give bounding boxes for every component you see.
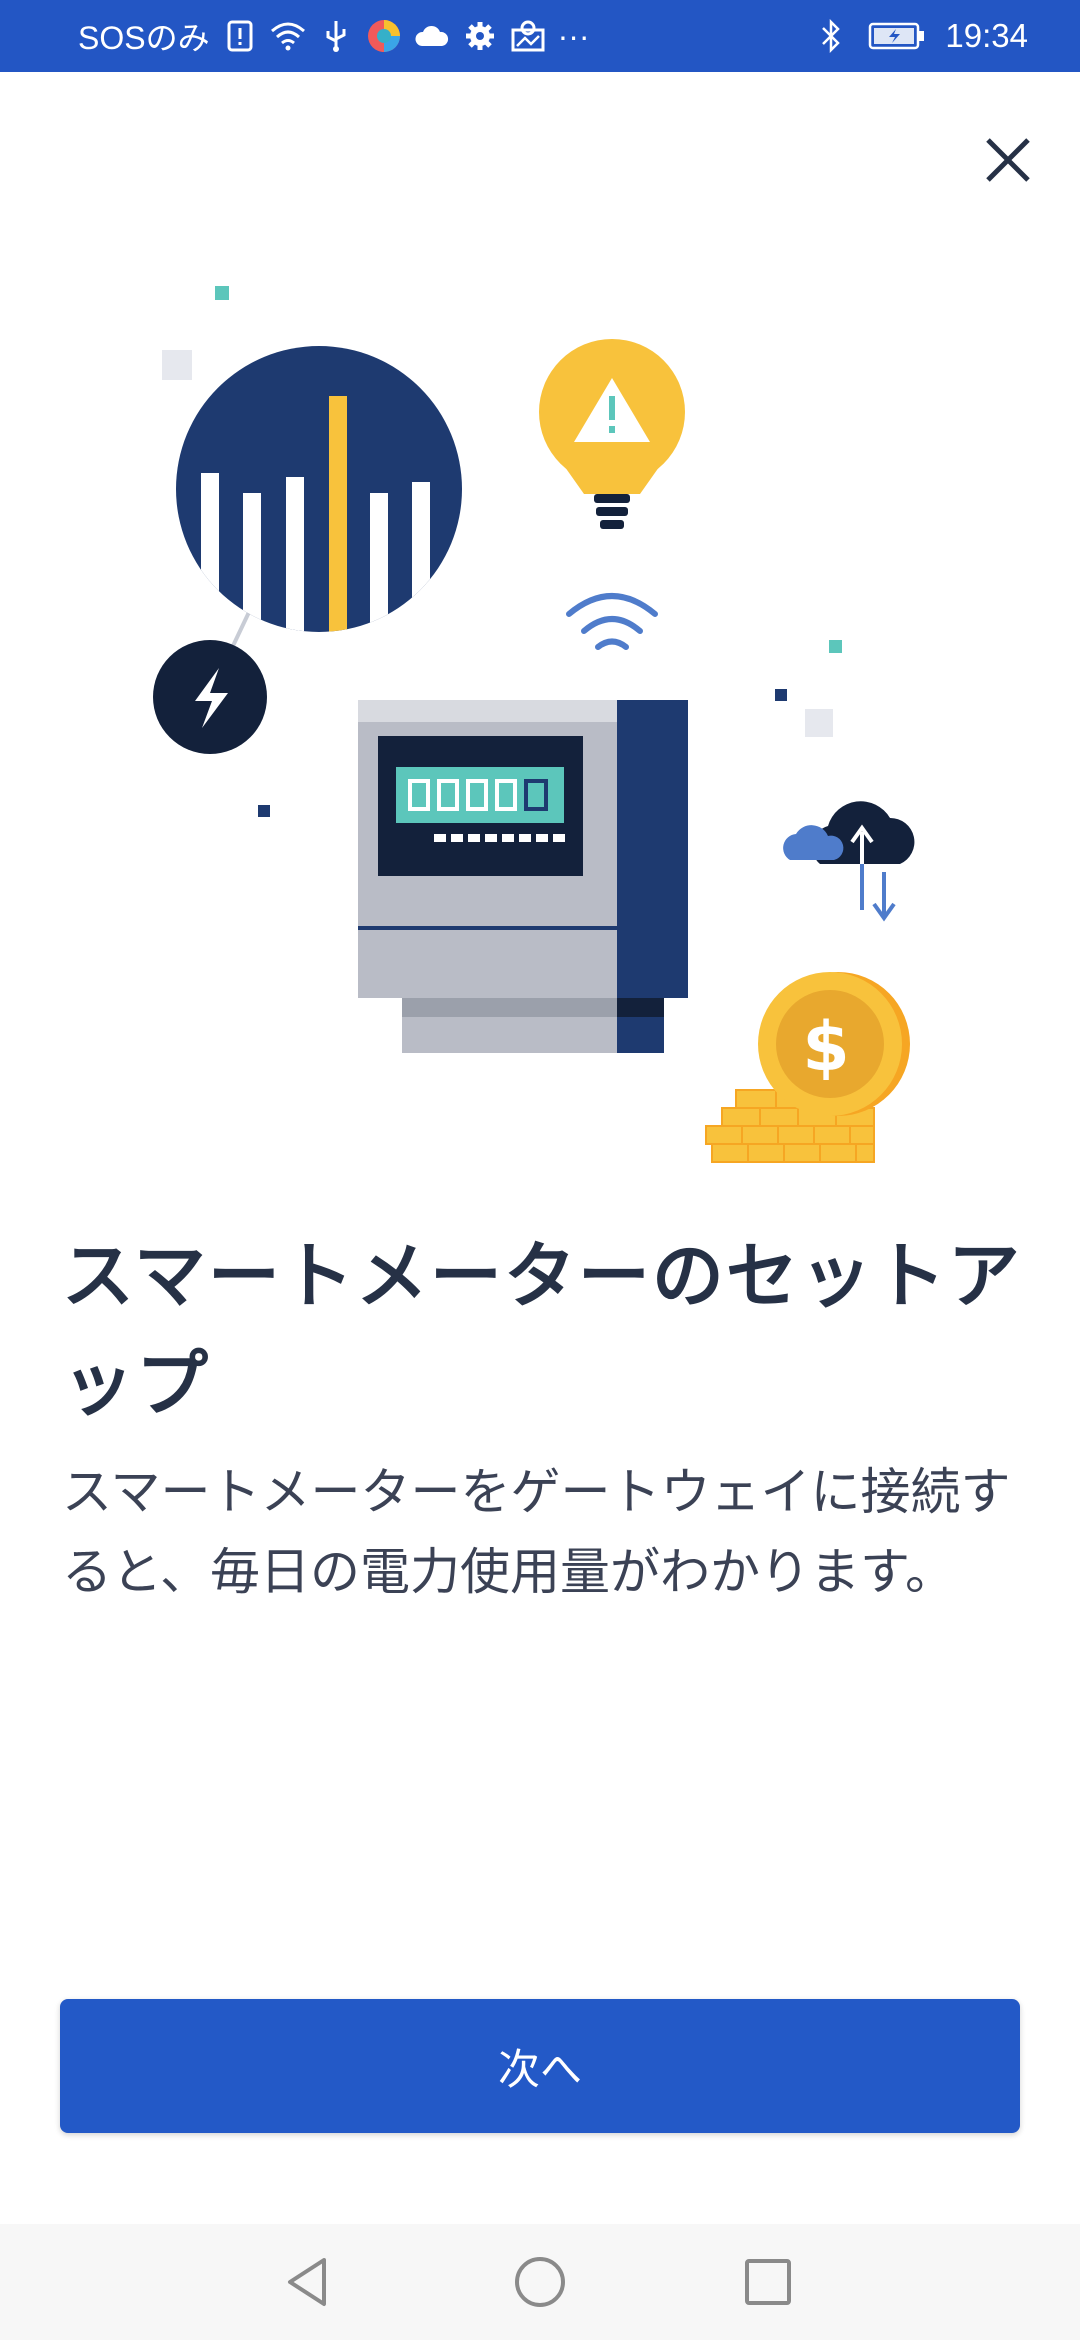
smart-meter-icon (358, 700, 688, 1053)
lightning-icon (153, 640, 267, 754)
home-circle-icon (515, 2257, 565, 2307)
system-nav-bar (0, 2224, 1080, 2340)
close-icon (986, 138, 1030, 182)
home-button[interactable] (504, 2246, 576, 2318)
clock: 19:34 (945, 17, 1028, 54)
cloud-sync-icon (783, 801, 915, 922)
status-bar-left: SOSのみ ··· (78, 0, 590, 72)
decor-square (258, 805, 270, 817)
carrier-label: SOSのみ (78, 20, 210, 56)
bluetooth-icon (813, 18, 849, 54)
alert-bulb-icon (539, 339, 685, 529)
close-button[interactable] (970, 122, 1042, 194)
page-description: スマートメーターをゲートウェイに接続すると、毎日の電力使用量がわかります。 (62, 1463, 1011, 1601)
sim-alert-icon (222, 18, 258, 54)
smart-meter-illustration: $ (153, 286, 915, 1163)
more-notifications-indicator: ··· (557, 17, 590, 54)
battery-icon (867, 18, 927, 54)
next-button[interactable]: 次へ (60, 1999, 1020, 2133)
dollar-symbol: $ (802, 1008, 849, 1087)
usage-chart-icon (176, 346, 462, 632)
photo-icon (510, 18, 546, 54)
decor-square (215, 286, 229, 300)
decor-square (805, 709, 833, 737)
recents-square-icon (745, 2259, 791, 2305)
wifi-icon (270, 18, 306, 54)
cloud-icon (414, 18, 450, 54)
coins-icon: $ (705, 972, 910, 1163)
decor-square (162, 350, 192, 380)
wifi-signal-icon (566, 593, 658, 650)
usb-icon (318, 18, 354, 54)
back-triangle-icon (288, 2258, 326, 2306)
status-bar-right: 19:34 (813, 0, 1028, 72)
status-bar: SOSのみ ··· 19:34 (0, 0, 1080, 72)
recents-button[interactable] (732, 2246, 804, 2318)
app-icon (366, 18, 402, 54)
decor-square (829, 640, 842, 653)
page-title: スマートメーターのセットアップ (62, 1234, 1022, 1426)
back-button[interactable] (272, 2246, 344, 2318)
gear-icon (462, 18, 498, 54)
decor-square (775, 689, 787, 701)
